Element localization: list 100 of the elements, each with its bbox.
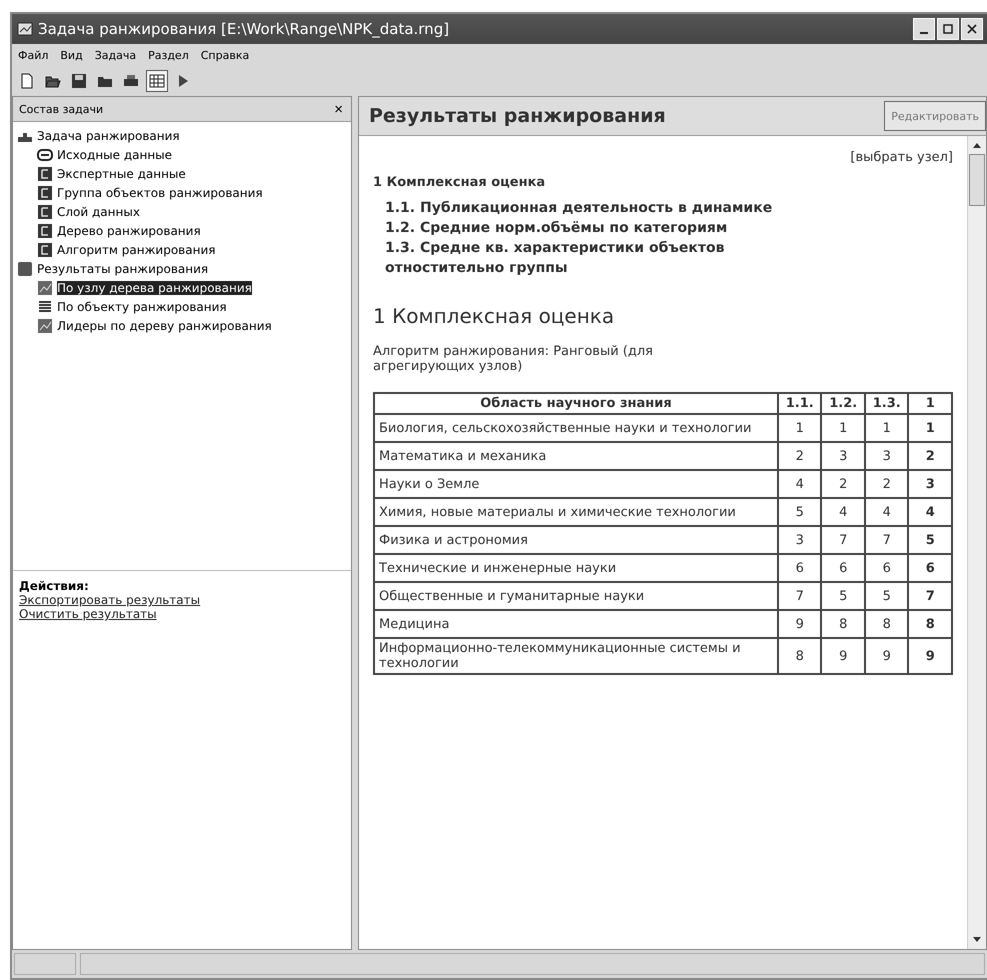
table-cell: 3 [778,526,822,554]
link-icon [37,146,53,162]
table-cell: 5 [864,582,908,610]
printer-icon [123,73,139,89]
chart-icon [37,318,53,334]
column-header: 1.1. [778,393,822,414]
table-cell: 6 [864,554,908,582]
table-cell: 5 [908,526,952,554]
tree-item[interactable]: Исходные данные [37,145,174,164]
table-cell: Химия, новые материалы и химические технологии [374,498,778,526]
table-cell: 6 [821,554,865,582]
tree-item[interactable]: Лидеры по дереву ранжирования [37,316,274,335]
menu-item[interactable]: Раздел [148,48,189,62]
table-cell: 3 [908,470,952,498]
menu-item[interactable]: Справка [200,48,250,62]
toc-link[interactable]: 1.1. Публикационная деятельность в динамике [373,198,815,218]
table-cell: 8 [864,610,908,638]
actions-title: Действия: [19,579,89,593]
content-title: Результаты ранжирования [369,105,666,127]
table-cell: 2 [821,470,865,498]
table-cell: 4 [864,498,908,526]
table-cell: Медицина [374,610,778,638]
tree-item[interactable]: Группа объектов ранжирования [37,183,265,202]
panel-title: Состав задачи [19,102,104,116]
toolbar-button[interactable] [146,70,168,92]
tree-item[interactable]: Задача ранжирования [17,126,182,145]
toc-title: 1 Комплексная оценка [373,175,546,190]
chart-icon [37,280,53,296]
table-cell: 8 [778,638,822,674]
table-cell: 3 [821,442,865,470]
menu-item[interactable]: Вид [60,48,83,62]
table-cell: 4 [778,470,822,498]
column-header: Область научного знания [374,393,778,414]
table-cell: Математика и механика [374,442,778,470]
tree-item[interactable]: Дерево ранжирования [37,221,203,240]
app-icon [16,21,34,37]
table-cell: 1 [908,414,952,442]
menu-item[interactable]: Файл [18,48,48,62]
grid-icon [149,73,165,89]
tree-item[interactable]: Слой данных [37,202,142,221]
column-header: 1 [908,393,952,414]
column-header: 1.2. [821,393,865,414]
scrollbar[interactable] [967,136,986,949]
table-cell: 9 [864,638,908,674]
table-cell: 6 [908,554,952,582]
toc-link[interactable]: 1.3. Средне кв. характеристики объектов отностительно группы [373,238,815,278]
table-cell: 5 [778,498,822,526]
table-cell: 1 [864,414,908,442]
window-title: Задача ранжирования [E:\Work\Range\NPK_data.rng] [38,20,450,38]
action-link[interactable]: Очистить результаты [19,607,157,621]
table-cell: 8 [821,610,865,638]
table-cell: 2 [778,442,822,470]
algorithm-text: Алгоритм ранжирования: Ранговый (для агрегирующих узлов) [373,344,654,374]
tree-item[interactable]: Алгоритм ранжирования [37,240,218,259]
list-icon [37,298,53,314]
table-cell: 4 [908,498,952,526]
results-icon [17,260,33,276]
table-cell: 1 [778,414,822,442]
close-button[interactable]: × [332,100,345,118]
blank-page-icon [19,73,35,89]
section-heading: 1 Комплексная оценка [373,304,616,328]
table-cell: 7 [778,582,822,610]
document-icon [37,222,53,238]
table-cell: Биология, сельскохозяйственные науки и технологии [374,414,778,442]
table-cell: 9 [908,638,952,674]
table-cell: Информационно-телекоммуникационные системы и технологии [374,638,778,674]
table-cell: Общественные и гуманитарные науки [374,582,778,610]
minimize-icon [920,32,928,34]
maximize-icon [943,24,953,34]
table-cell: 7 [864,526,908,554]
table-cell: 2 [908,442,952,470]
document-icon [37,184,53,200]
table-cell: Науки о Земле [374,470,778,498]
close-icon [967,24,977,34]
table-cell: 9 [821,638,865,674]
tree-item[interactable]: Экспертные данные [37,164,188,183]
table-cell: 7 [821,526,865,554]
tree-item[interactable]: Результаты ранжирования [17,259,210,278]
document-icon [37,166,53,182]
table-cell: 3 [864,442,908,470]
document-icon [37,204,53,220]
table-cell: 9 [778,610,822,638]
table-cell: 4 [821,498,865,526]
table-cell: 1 [821,414,865,442]
scroll-thumb[interactable] [969,154,985,206]
document-icon [37,242,53,258]
edit-button[interactable]: Редактировать [884,101,986,131]
menu-item[interactable]: Задача [94,48,136,62]
table-cell: 6 [778,554,822,582]
toc-link[interactable]: 1.2. Средние норм.объёмы по категориям [373,218,815,238]
maximize-button[interactable] [937,18,959,40]
table-cell: 8 [908,610,952,638]
minimize-button[interactable] [913,18,935,40]
column-header: 1.3. [864,393,908,414]
table-cell: 2 [864,470,908,498]
tree-item[interactable]: По объекту ранжирования [37,297,229,316]
close-button[interactable] [961,18,983,40]
table-cell: 5 [821,582,865,610]
choose-node-link[interactable]: [выбрать узел] [373,150,953,165]
action-link[interactable]: Экспортировать результаты [19,593,200,607]
